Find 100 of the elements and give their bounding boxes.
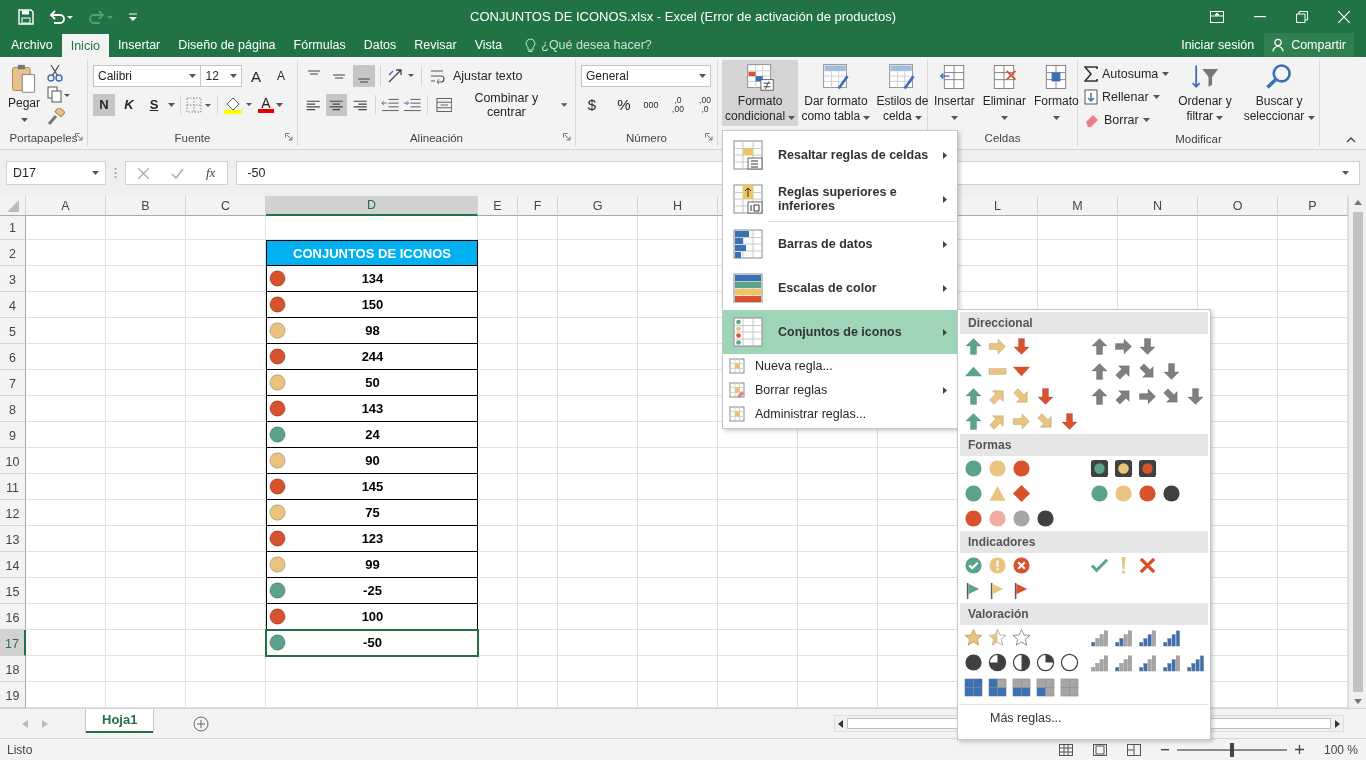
grid-cell[interactable]	[638, 240, 718, 266]
grid-cell[interactable]	[638, 216, 718, 240]
arrow-up-icon[interactable]	[964, 412, 983, 431]
next-sheet-icon[interactable]	[42, 719, 48, 728]
grid-cell[interactable]	[106, 526, 186, 552]
grid-cell[interactable]	[478, 526, 518, 552]
merge-center-button[interactable]: Combinar y centrar	[432, 93, 570, 116]
grid-cell[interactable]	[26, 292, 106, 318]
grid-cell[interactable]	[558, 448, 638, 474]
menu-item[interactable]: Resaltar reglas de celdas	[723, 133, 957, 177]
arrow-down-icon[interactable]	[1162, 362, 1181, 381]
grid-cell[interactable]	[26, 344, 106, 370]
menu-item[interactable]: Conjuntos de iconos	[723, 310, 957, 354]
grid-cell[interactable]	[518, 422, 558, 448]
grid-cell[interactable]	[266, 656, 478, 682]
grid-cell[interactable]	[478, 448, 518, 474]
grid-cell[interactable]	[106, 266, 186, 292]
borders-icon[interactable]	[186, 96, 212, 113]
arrow-up-icon[interactable]	[964, 337, 983, 356]
conditional-formatting-button[interactable]: Formato condicional	[722, 60, 799, 126]
grid-cell[interactable]	[718, 630, 798, 656]
grid-cell[interactable]	[558, 656, 638, 682]
arrow-up-icon[interactable]	[1090, 387, 1109, 406]
grid-cell[interactable]	[1118, 266, 1198, 292]
grid-cell[interactable]	[106, 630, 186, 656]
row-header[interactable]: 17	[0, 630, 26, 656]
grid-cell[interactable]	[106, 656, 186, 682]
signal-bars-icon[interactable]	[1114, 653, 1133, 672]
ribbon-tab[interactable]: Fórmulas	[284, 33, 355, 57]
grid-cell[interactable]	[26, 604, 106, 630]
grid-cell[interactable]	[558, 500, 638, 526]
scissors-icon[interactable]	[47, 64, 64, 82]
grid-cell[interactable]	[26, 422, 106, 448]
grid-cell[interactable]	[106, 552, 186, 578]
grid-cell[interactable]	[558, 216, 638, 240]
zoom-out-icon[interactable]	[1160, 748, 1169, 751]
column-header[interactable]: N	[1118, 196, 1198, 216]
sign-in-link[interactable]: Iniciar sesión	[1181, 38, 1255, 52]
grid-cell[interactable]	[518, 448, 558, 474]
grid-cell[interactable]	[1038, 216, 1118, 240]
arrow-down-icon[interactable]	[1060, 412, 1079, 431]
fill-button[interactable]: Rellenar	[1084, 85, 1170, 108]
table-cell[interactable]: 244	[266, 344, 478, 370]
save-icon[interactable]	[18, 8, 34, 25]
signal-bars-icon[interactable]	[1162, 628, 1181, 647]
table-cell[interactable]: 145	[266, 474, 478, 500]
row-header[interactable]: 2	[0, 240, 26, 266]
format-cells-button[interactable]: Formato	[1031, 60, 1082, 126]
grid-cell[interactable]	[1038, 240, 1118, 266]
menu-item[interactable]: Escalas de color	[723, 266, 957, 310]
pie-icon[interactable]	[964, 653, 983, 672]
quad-icon[interactable]	[1012, 678, 1031, 697]
grid-cell[interactable]	[26, 266, 106, 292]
grid-cell[interactable]	[478, 630, 518, 656]
sheet-tab[interactable]: Hoja1	[86, 708, 154, 733]
column-header[interactable]: L	[958, 196, 1038, 216]
signal-bars-icon[interactable]	[1138, 653, 1157, 672]
quad-icon[interactable]	[1036, 678, 1055, 697]
sort-filter-button[interactable]: Ordenar y filtrar	[1175, 60, 1235, 126]
column-header[interactable]: M	[1038, 196, 1118, 216]
exclamation-circle-icon[interactable]	[988, 556, 1007, 575]
bold-button[interactable]: N	[93, 93, 115, 116]
name-box[interactable]: D17	[6, 161, 106, 185]
pie-icon[interactable]	[1012, 653, 1031, 672]
column-header[interactable]: A	[26, 196, 106, 216]
grid-cell[interactable]	[558, 526, 638, 552]
grid-cell[interactable]	[558, 240, 638, 266]
grid-cell[interactable]	[798, 656, 878, 682]
traffic-light-icon[interactable]	[1114, 459, 1133, 478]
fill-color-icon[interactable]	[223, 95, 253, 114]
scroll-up-icon[interactable]	[1353, 200, 1362, 205]
grid-cell[interactable]	[558, 552, 638, 578]
font-size-field[interactable]: 12	[200, 65, 242, 87]
collapse-ribbon-icon[interactable]	[1346, 137, 1356, 143]
grid-cell[interactable]	[518, 292, 558, 318]
normal-view-icon[interactable]	[1058, 743, 1073, 756]
grid-cell[interactable]	[798, 630, 878, 656]
grid-cell[interactable]	[798, 578, 878, 604]
grid-cell[interactable]	[478, 500, 518, 526]
column-header[interactable]: F	[518, 196, 558, 216]
row-header[interactable]: 10	[0, 448, 26, 474]
grid-cell[interactable]	[106, 292, 186, 318]
ribbon-tab[interactable]: Datos	[354, 33, 406, 57]
grid-cell[interactable]	[518, 370, 558, 396]
grid-cell[interactable]	[26, 552, 106, 578]
grid-cell[interactable]	[1198, 266, 1278, 292]
grid-cell[interactable]	[558, 396, 638, 422]
row-header[interactable]: 7	[0, 370, 26, 396]
grid-cell[interactable]	[638, 422, 718, 448]
grid-cell[interactable]	[558, 266, 638, 292]
grid-cell[interactable]	[106, 396, 186, 422]
ribbon-options-icon[interactable]	[1210, 10, 1224, 23]
align-bottom-icon[interactable]	[353, 65, 375, 87]
signal-bars-icon[interactable]	[1138, 628, 1157, 647]
arrow-down-right-icon[interactable]	[1012, 387, 1031, 406]
grid-cell[interactable]	[478, 266, 518, 292]
arrow-down-icon[interactable]	[1012, 337, 1031, 356]
grid-cell[interactable]	[638, 396, 718, 422]
table-cell[interactable]: 75	[266, 500, 478, 526]
customize-icon[interactable]	[128, 11, 138, 22]
